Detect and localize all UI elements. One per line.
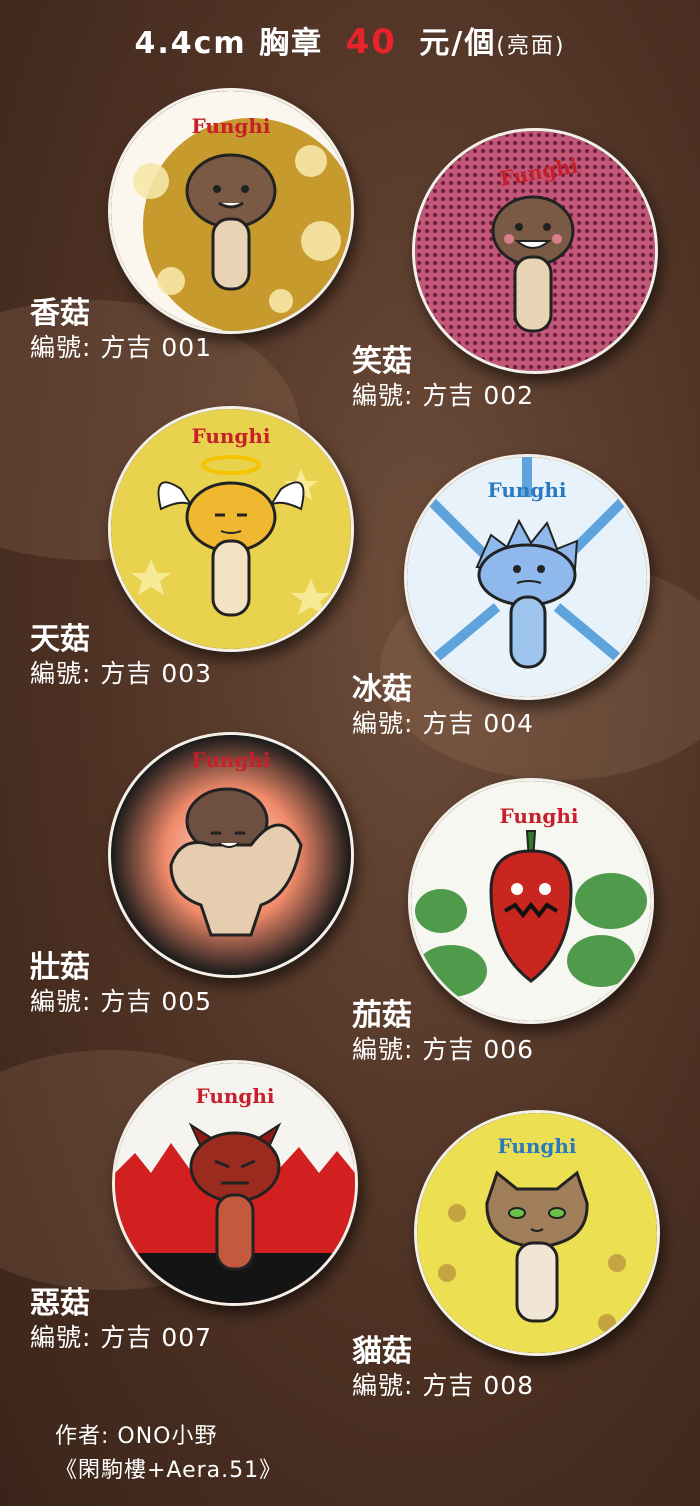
badge-name: 冰菇 — [352, 672, 412, 707]
svg-text:Funghi: Funghi — [191, 114, 270, 138]
badge-8: Funghi — [414, 1110, 660, 1356]
badge-6: Funghi — [408, 778, 654, 1024]
badge-label-8: 貓菇 編號: 方吉 008 — [352, 1334, 534, 1402]
badge-code: 編號: 方吉 004 — [352, 709, 535, 738]
title-unit: 元/個 — [419, 26, 497, 61]
badge-label-7: 惡菇 編號: 方吉 007 — [30, 1286, 212, 1354]
svg-text:Funghi: Funghi — [191, 424, 270, 448]
svg-text:Funghi: Funghi — [499, 804, 578, 828]
title-finish: (亮面) — [496, 34, 566, 59]
publisher-line: 《閑駒樓+Aera.51》 — [55, 1458, 283, 1483]
badge-code: 編號: 方吉 006 — [352, 1035, 535, 1064]
badge-code: 編號: 方吉 005 — [30, 987, 213, 1016]
title-item: 胸章 — [259, 26, 324, 61]
badge-name: 壯菇 — [30, 950, 90, 985]
badge-3: Funghi — [108, 406, 354, 652]
svg-text:Funghi: Funghi — [195, 1084, 274, 1108]
badge-2: Funghi — [412, 128, 658, 374]
badge-code: 編號: 方吉 003 — [30, 659, 213, 688]
badge-name: 笑菇 — [352, 344, 412, 379]
svg-text:Funghi: Funghi — [497, 1134, 576, 1158]
badge-7: Funghi — [112, 1060, 358, 1306]
svg-text:Funghi: Funghi — [487, 478, 566, 502]
svg-text:Funghi: Funghi — [191, 748, 270, 772]
badge-code: 編號: 方吉 002 — [352, 381, 535, 410]
badge-code: 編號: 方吉 001 — [30, 333, 213, 362]
badge-label-3: 天菇 編號: 方吉 003 — [30, 622, 212, 690]
badge-label-6: 茄菇 編號: 方吉 006 — [352, 998, 534, 1066]
badge-label-1: 香菇 編號: 方吉 001 — [30, 296, 212, 364]
badge-name: 惡菇 — [30, 1286, 90, 1321]
badge-name: 茄菇 — [352, 998, 412, 1033]
badge-name: 貓菇 — [352, 1334, 412, 1369]
badge-code: 編號: 方吉 007 — [30, 1323, 213, 1352]
title-size: 4.4cm — [134, 26, 247, 61]
badge-name: 香菇 — [30, 296, 90, 331]
badge-4: Funghi — [404, 454, 650, 700]
badge-5: Funghi — [108, 732, 354, 978]
badge-label-5: 壯菇 編號: 方吉 005 — [30, 950, 212, 1018]
page-title: 4.4cm 胸章 40 元/個(亮面) — [0, 18, 700, 62]
author-line: 作者: ONO小野 — [55, 1424, 218, 1449]
badge-name: 天菇 — [30, 622, 90, 657]
badge-label-2: 笑菇 編號: 方吉 002 — [352, 344, 534, 412]
badge-code: 編號: 方吉 008 — [352, 1371, 535, 1400]
author-credit: 作者: ONO小野 《閑駒樓+Aera.51》 — [55, 1420, 282, 1488]
badge-label-4: 冰菇 編號: 方吉 004 — [352, 672, 534, 740]
title-price: 40 — [345, 22, 397, 62]
